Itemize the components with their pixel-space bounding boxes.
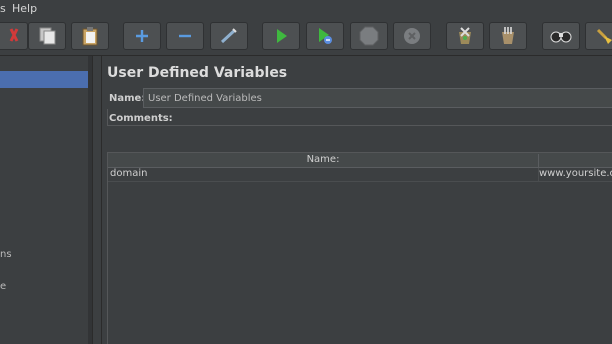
play-no-pause-icon: [319, 28, 332, 44]
cell-variable-value[interactable]: www.yoursite.com: [539, 168, 612, 179]
menu-bar: s Help: [0, 0, 612, 18]
clear-button[interactable]: [446, 22, 484, 50]
binoculars-icon: [550, 31, 572, 43]
element-panel: User Defined Variables Name: Comments: N…: [102, 56, 612, 344]
menu-item-partial[interactable]: s: [0, 2, 6, 15]
table-row[interactable]: domain www.yoursite.com: [108, 168, 612, 182]
cut-button[interactable]: [0, 22, 28, 50]
shutdown-button[interactable]: [393, 22, 431, 50]
stop-button[interactable]: [350, 22, 388, 50]
start-button[interactable]: [262, 22, 300, 50]
cell-variable-name[interactable]: domain: [110, 168, 147, 179]
test-plan-tree: ns e: [0, 56, 92, 344]
collapse-button[interactable]: [166, 22, 204, 50]
reset-search-button[interactable]: [585, 22, 612, 50]
broom-icon: [596, 28, 612, 44]
minus-icon: [179, 34, 191, 38]
start-no-pause-button[interactable]: [306, 22, 344, 50]
toolbar: [0, 18, 612, 56]
paste-icon: [82, 27, 98, 46]
tree-item-partial-1[interactable]: ns: [0, 249, 12, 260]
stop-icon: [359, 26, 379, 46]
wand-icon: [220, 28, 237, 44]
expand-button[interactable]: [123, 22, 161, 50]
name-label: Name:: [109, 93, 146, 104]
name-input[interactable]: [143, 88, 612, 108]
panel-title: User Defined Variables: [107, 65, 288, 81]
paste-button[interactable]: [71, 22, 109, 50]
comments-field[interactable]: [107, 109, 612, 126]
tree-item-selected[interactable]: [0, 71, 88, 88]
column-divider: [538, 168, 539, 181]
toggle-button[interactable]: [210, 22, 248, 50]
clear-all-icon: [502, 27, 514, 44]
copy-button[interactable]: [28, 22, 66, 50]
cut-icon: [9, 28, 19, 42]
search-button[interactable]: [542, 22, 580, 50]
split-pane-divider[interactable]: [92, 56, 102, 344]
shutdown-icon: [404, 28, 420, 44]
play-icon: [277, 29, 287, 43]
comments-label: Comments:: [109, 113, 173, 124]
copy-icon: [39, 27, 56, 45]
tree-item-partial-2[interactable]: e: [0, 281, 6, 292]
table-header: Name:: [108, 153, 612, 168]
menu-help[interactable]: Help: [12, 2, 37, 15]
variables-table: Name: domain www.yoursite.com: [107, 152, 612, 344]
clear-icon: [459, 27, 471, 44]
clear-all-button[interactable]: [489, 22, 527, 50]
column-header-name[interactable]: Name:: [108, 154, 539, 167]
plus-icon: [136, 30, 148, 42]
